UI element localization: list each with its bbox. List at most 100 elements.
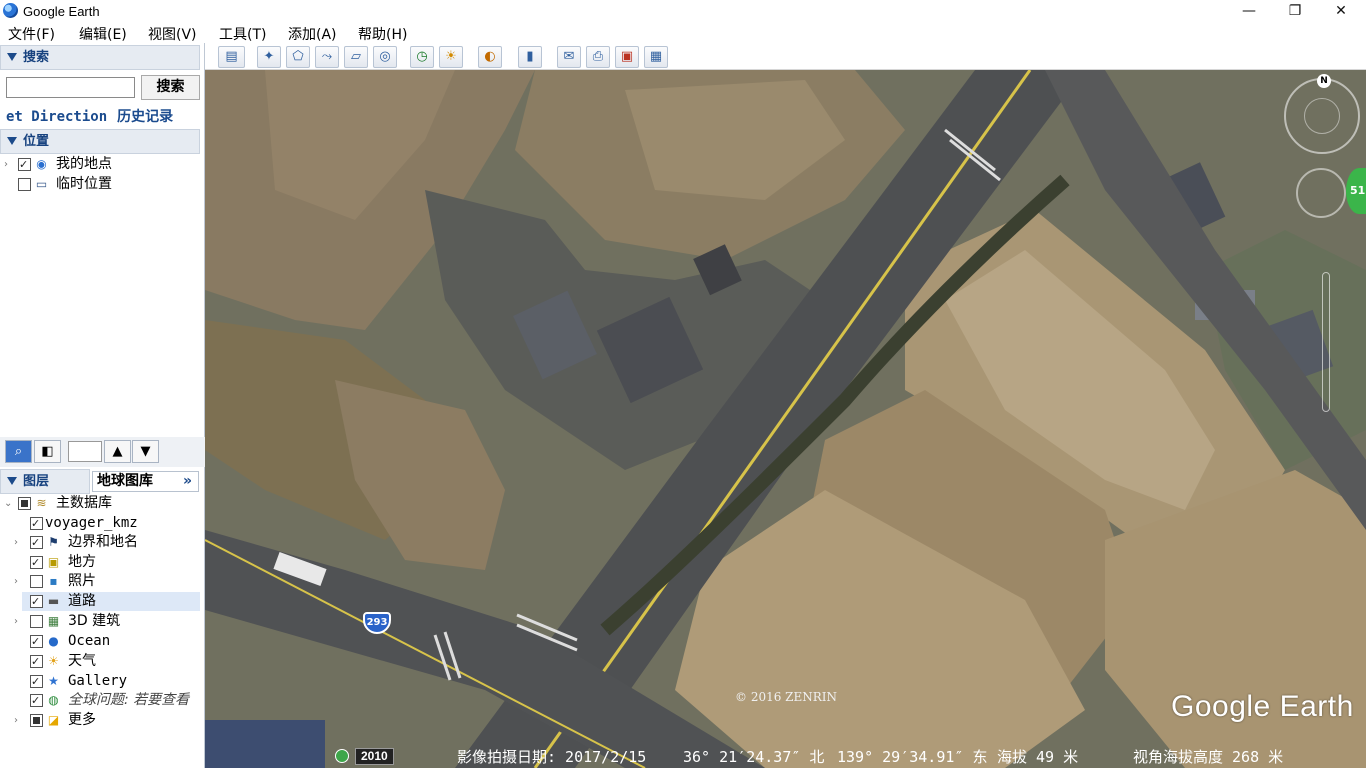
save-image-icon[interactable]: ▣ [615, 46, 639, 68]
record-tour-icon[interactable]: ◎ [373, 46, 397, 68]
layer-item[interactable]: › ▦ 3D 建筑 [4, 612, 200, 631]
earth-gallery-button[interactable]: 地球图库 » [92, 471, 199, 492]
expand-arrow-icon[interactable]: › [14, 572, 24, 591]
image-overlay-icon[interactable]: ▱ [344, 46, 368, 68]
layer-item[interactable]: › ◪ 更多 [4, 711, 200, 730]
imagery-date: 影像拍摄日期: 2017/2/15 [457, 748, 647, 766]
layer-item[interactable]: ● Ocean [4, 632, 200, 651]
checkbox[interactable] [18, 158, 31, 171]
maximize-button[interactable]: ❐ [1272, 0, 1318, 22]
panel-toggle-icon[interactable]: ◧ [34, 440, 61, 463]
zoom-slider[interactable] [1322, 272, 1330, 412]
globe-icon: ◉ [36, 157, 47, 171]
planet-icon[interactable]: ◐ [478, 46, 502, 68]
expand-arrow-icon[interactable]: › [14, 533, 24, 552]
building-icon: ▦ [47, 614, 60, 628]
expand-arrow-icon[interactable]: ⌄ [4, 494, 14, 513]
search-places-icon[interactable]: ⌕ [5, 440, 32, 463]
checkbox[interactable] [18, 178, 31, 191]
search-input[interactable] [6, 77, 135, 98]
menu-add[interactable]: 添加(A) [288, 24, 337, 44]
search-section-header[interactable]: 搜索 [0, 45, 200, 70]
historical-imagery-icon[interactable]: ◷ [410, 46, 434, 68]
map-view[interactable]: N 51 293 © 2016 ZENRIN Google Earth [205, 70, 1366, 768]
menu-tools[interactable]: 工具(T) [219, 24, 266, 44]
layer-label: 地方 [68, 554, 96, 570]
menu-help[interactable]: 帮助(H) [358, 24, 407, 44]
checkbox[interactable] [30, 556, 43, 569]
look-joystick[interactable] [1304, 98, 1340, 134]
checkbox[interactable] [30, 714, 43, 727]
places-item-my-places[interactable]: › ◉ 我的地点 [4, 155, 200, 174]
print-icon[interactable]: ⎙ [586, 46, 610, 68]
checkbox[interactable] [30, 635, 43, 648]
checkbox[interactable] [30, 517, 43, 530]
layer-label: 道路 [68, 593, 96, 609]
layer-item-selected[interactable]: ▬ 道路 [22, 592, 200, 611]
tab-get-directions[interactable]: et Direction [6, 109, 107, 125]
globe-icon: ◍ [48, 693, 59, 707]
layer-item[interactable]: ☀ 天气 [4, 652, 200, 671]
layer-item[interactable]: ⌄ ≋ 主数据库 [4, 494, 200, 513]
imagery-year-badge[interactable]: 2010 [355, 748, 394, 765]
layer-label: Ocean [68, 633, 111, 649]
earth-gallery-label: 地球图库 [97, 473, 153, 489]
places-section-header[interactable]: 位置 [0, 129, 200, 154]
placemark-icon[interactable]: ✦ [257, 46, 281, 68]
move-up-icon[interactable]: ▲ [104, 440, 131, 463]
expand-arrow-icon[interactable]: › [14, 711, 24, 730]
search-tabs: et Direction 历史记录 [6, 106, 183, 126]
checkbox[interactable] [30, 675, 43, 688]
move-joystick[interactable] [1296, 168, 1346, 218]
search-button[interactable]: 搜索 [141, 75, 200, 100]
layer-item[interactable]: ▣ 地方 [4, 553, 200, 572]
google-earth-icon [3, 3, 18, 18]
navigation-compass[interactable]: N [1284, 74, 1360, 154]
map-copyright: © 2016 ZENRIN [735, 690, 838, 704]
places-filter-field[interactable] [68, 441, 102, 462]
places-item-temporary[interactable]: ▭ 临时位置 [4, 175, 200, 194]
search-header-label: 搜索 [23, 50, 50, 65]
layer-label: 主数据库 [56, 495, 112, 511]
layer-item[interactable]: ★ Gallery [4, 672, 200, 691]
menu-view[interactable]: 视图(V) [148, 24, 197, 44]
folder-icon: ▭ [35, 177, 48, 191]
sidebar-toggle-icon[interactable]: ▤ [218, 46, 245, 68]
photo-icon: ▪ [49, 574, 58, 588]
checkbox[interactable] [30, 536, 43, 549]
checkbox[interactable] [30, 595, 43, 608]
menu-bar: 文件(F) 编辑(E) 视图(V) 工具(T) 添加(A) 帮助(H) [0, 22, 1366, 43]
path-icon[interactable]: ⤳ [315, 46, 339, 68]
eye-altitude-readout: 视角海拔高度 268 米 [1133, 748, 1284, 766]
tab-history[interactable]: 历史记录 [117, 109, 173, 125]
layer-item[interactable]: ◍ 全球问题: 若要查看 [4, 691, 200, 710]
menu-file[interactable]: 文件(F) [8, 24, 55, 44]
expand-arrow-icon[interactable]: › [14, 612, 24, 631]
compass-north-label[interactable]: N [1317, 74, 1331, 88]
email-icon[interactable]: ✉ [557, 46, 581, 68]
checkbox[interactable] [30, 615, 43, 628]
layer-item[interactable]: › ⚑ 边界和地名 [4, 533, 200, 552]
menu-edit[interactable]: 编辑(E) [79, 24, 127, 44]
sidebar: 搜索 搜索 et Direction 历史记录 位置 › ◉ 我的地点 ▭ 临时位… [0, 43, 205, 768]
layers-section-header[interactable]: 图层 [0, 469, 90, 494]
sunlight-icon[interactable]: ☀ [439, 46, 463, 68]
checkbox[interactable] [30, 575, 43, 588]
checkbox[interactable] [30, 655, 43, 668]
minimize-button[interactable]: — [1226, 0, 1272, 22]
close-button[interactable]: ✕ [1318, 0, 1364, 22]
view-in-maps-icon[interactable]: ▦ [644, 46, 668, 68]
layer-item[interactable]: › ▪ 照片 [4, 572, 200, 591]
layer-item[interactable]: voyager_kmz [4, 514, 200, 533]
checkbox[interactable] [18, 497, 31, 510]
expand-arrow-icon[interactable]: › [4, 155, 14, 174]
street-view-badge[interactable]: 51 [1346, 168, 1366, 214]
ruler-icon[interactable]: ▮ [518, 46, 542, 68]
status-bar: 2010 影像拍摄日期: 2017/2/15 36° 21′24.37″ 北 1… [205, 744, 1366, 768]
move-down-icon[interactable]: ▼ [132, 440, 159, 463]
checkbox[interactable] [30, 694, 43, 707]
places-toolbar: ⌕ ◧ ▲ ▼ [0, 437, 205, 467]
polygon-icon[interactable]: ⬠ [286, 46, 310, 68]
layer-label: Gallery [68, 673, 128, 689]
historical-clock-icon[interactable] [335, 749, 349, 763]
